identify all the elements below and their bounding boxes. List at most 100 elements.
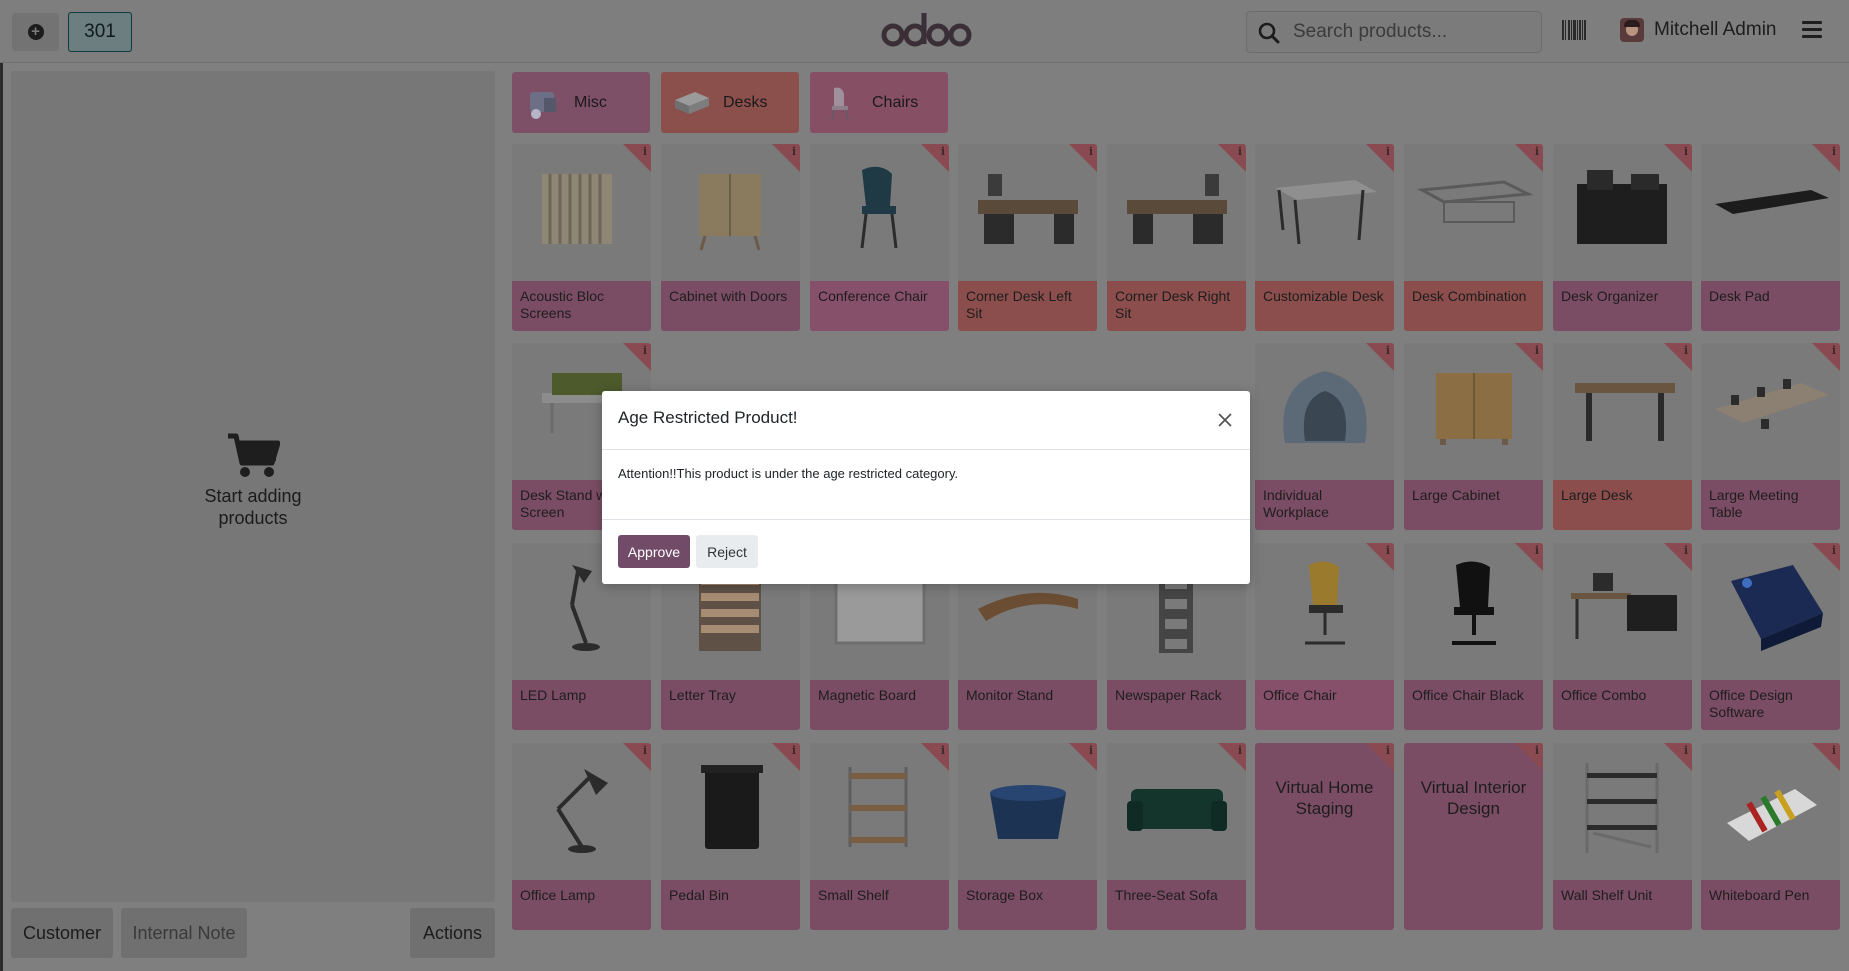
user-name: Mitchell Admin <box>1654 19 1777 40</box>
category-desks[interactable]: Desks <box>661 72 799 133</box>
product-card[interactable]: Office Lamp i <box>512 743 651 930</box>
close-icon[interactable] <box>1216 411 1234 429</box>
product-card[interactable]: Small Shelf i <box>810 743 949 930</box>
order-panel: Start adding products <box>11 71 495 902</box>
menu-icon[interactable] <box>1802 21 1822 39</box>
user-menu[interactable]: Mitchell Admin <box>1620 18 1777 42</box>
empty-cart-line1: Start adding <box>204 486 302 506</box>
info-icon[interactable]: i <box>1535 344 1539 357</box>
info-icon[interactable]: i <box>1535 744 1539 757</box>
customer-button[interactable]: Customer <box>11 908 113 958</box>
product-name: Office Design Software <box>1701 680 1840 730</box>
product-name: Conference Chair <box>810 281 949 331</box>
empty-cart-line2: products <box>218 508 288 528</box>
reject-button[interactable]: Reject <box>696 535 758 568</box>
product-name: Desk Organizer <box>1553 281 1692 331</box>
info-icon[interactable]: i <box>1684 544 1688 557</box>
info-icon[interactable]: i <box>1386 544 1390 557</box>
info-icon[interactable]: i <box>1238 145 1242 158</box>
info-icon[interactable]: i <box>792 145 796 158</box>
window-edge <box>0 0 3 971</box>
product-card[interactable]: Large Cabinet i <box>1404 343 1543 530</box>
product-card[interactable]: Individual Workplace i <box>1255 343 1394 530</box>
product-card[interactable]: Office Chair Black i <box>1404 543 1543 730</box>
info-icon[interactable]: i <box>1684 344 1688 357</box>
product-card[interactable]: Corner Desk Left Sit i <box>958 144 1097 331</box>
info-icon[interactable]: i <box>643 344 647 357</box>
info-icon[interactable]: i <box>643 145 647 158</box>
info-icon[interactable]: i <box>643 744 647 757</box>
info-icon[interactable]: i <box>1832 544 1836 557</box>
product-name: Individual Workplace <box>1255 480 1394 530</box>
age-restriction-dialog: Age Restricted Product! Attention!!This … <box>602 391 1250 584</box>
product-name: Monitor Stand <box>958 680 1097 730</box>
category-label: Desks <box>723 93 768 111</box>
product-name: Large Meeting Table <box>1701 480 1840 530</box>
info-icon[interactable]: i <box>792 744 796 757</box>
info-icon[interactable]: i <box>1089 744 1093 757</box>
product-card[interactable]: Wall Shelf Unit i <box>1553 743 1692 930</box>
product-card[interactable]: Customizable Desk i <box>1255 144 1394 331</box>
desk-category-icon <box>675 91 709 114</box>
product-name: Large Desk <box>1553 480 1692 530</box>
product-card[interactable]: Storage Box i <box>958 743 1097 930</box>
product-name: Three-Seat Sofa <box>1107 880 1246 930</box>
category-misc[interactable]: Misc <box>512 72 650 133</box>
actions-button[interactable]: Actions <box>410 908 495 958</box>
info-icon[interactable]: i <box>1684 744 1688 757</box>
info-icon[interactable]: i <box>1535 145 1539 158</box>
product-card[interactable]: Office Combo i <box>1553 543 1692 730</box>
product-card[interactable]: Acoustic Bloc Screens i <box>512 144 651 331</box>
dialog-header: Age Restricted Product! <box>602 391 1250 450</box>
product-card[interactable]: Desk Organizer i <box>1553 144 1692 331</box>
misc-category-icon <box>530 91 556 119</box>
internal-note-button[interactable]: Internal Note <box>121 908 247 958</box>
info-icon[interactable]: i <box>1386 145 1390 158</box>
new-order-button[interactable]: + <box>12 13 59 51</box>
product-card[interactable]: Office Design Software i <box>1701 543 1840 730</box>
product-card[interactable]: Office Chair i <box>1255 543 1394 730</box>
product-card[interactable]: Three-Seat Sofa i <box>1107 743 1246 930</box>
info-icon[interactable]: i <box>1832 744 1836 757</box>
product-name: Letter Tray <box>661 680 800 730</box>
info-icon[interactable]: i <box>1386 344 1390 357</box>
product-card[interactable]: Virtual Home Staging i <box>1255 743 1394 930</box>
dialog-title: Age Restricted Product! <box>618 408 798 427</box>
product-card[interactable]: Conference Chair i <box>810 144 949 331</box>
info-icon[interactable]: i <box>1535 544 1539 557</box>
info-icon[interactable]: i <box>1832 145 1836 158</box>
product-name: Magnetic Board <box>810 680 949 730</box>
product-name: Office Lamp <box>512 880 651 930</box>
top-bar: + 301 Mitchell Admin <box>0 0 1849 63</box>
dialog-footer: Approve Reject <box>602 519 1250 584</box>
product-card[interactable]: Large Meeting Table i <box>1701 343 1840 530</box>
info-icon[interactable]: i <box>1089 145 1093 158</box>
info-icon[interactable]: i <box>941 744 945 757</box>
product-name: Office Chair Black <box>1404 680 1543 730</box>
product-name: Pedal Bin <box>661 880 800 930</box>
product-name: Cabinet with Doors <box>661 281 800 331</box>
search-bar[interactable] <box>1246 11 1542 53</box>
product-name: Acoustic Bloc Screens <box>512 281 651 331</box>
product-card[interactable]: Cabinet with Doors i <box>661 144 800 331</box>
info-icon[interactable]: i <box>1238 744 1242 757</box>
product-card[interactable]: Corner Desk Right Sit i <box>1107 144 1246 331</box>
product-name: Corner Desk Right Sit <box>1107 281 1246 331</box>
product-card[interactable]: Desk Pad i <box>1701 144 1840 331</box>
search-input[interactable] <box>1293 18 1533 46</box>
approve-button[interactable]: Approve <box>618 535 690 568</box>
product-card[interactable]: Large Desk i <box>1553 343 1692 530</box>
product-card[interactable]: Whiteboard Pen i <box>1701 743 1840 930</box>
info-icon[interactable]: i <box>941 145 945 158</box>
product-card[interactable]: Desk Combination i <box>1404 144 1543 331</box>
dialog-body: Attention!!This product is under the age… <box>618 466 959 481</box>
product-card[interactable]: Pedal Bin i <box>661 743 800 930</box>
info-icon[interactable]: i <box>1684 145 1688 158</box>
barcode-icon[interactable] <box>1562 20 1586 40</box>
order-tab[interactable]: 301 <box>68 12 132 52</box>
product-card[interactable]: Virtual Interior Design i <box>1404 743 1543 930</box>
product-name: Corner Desk Left Sit <box>958 281 1097 331</box>
info-icon[interactable]: i <box>1386 744 1390 757</box>
info-icon[interactable]: i <box>1832 344 1836 357</box>
category-chairs[interactable]: Chairs <box>810 72 948 133</box>
